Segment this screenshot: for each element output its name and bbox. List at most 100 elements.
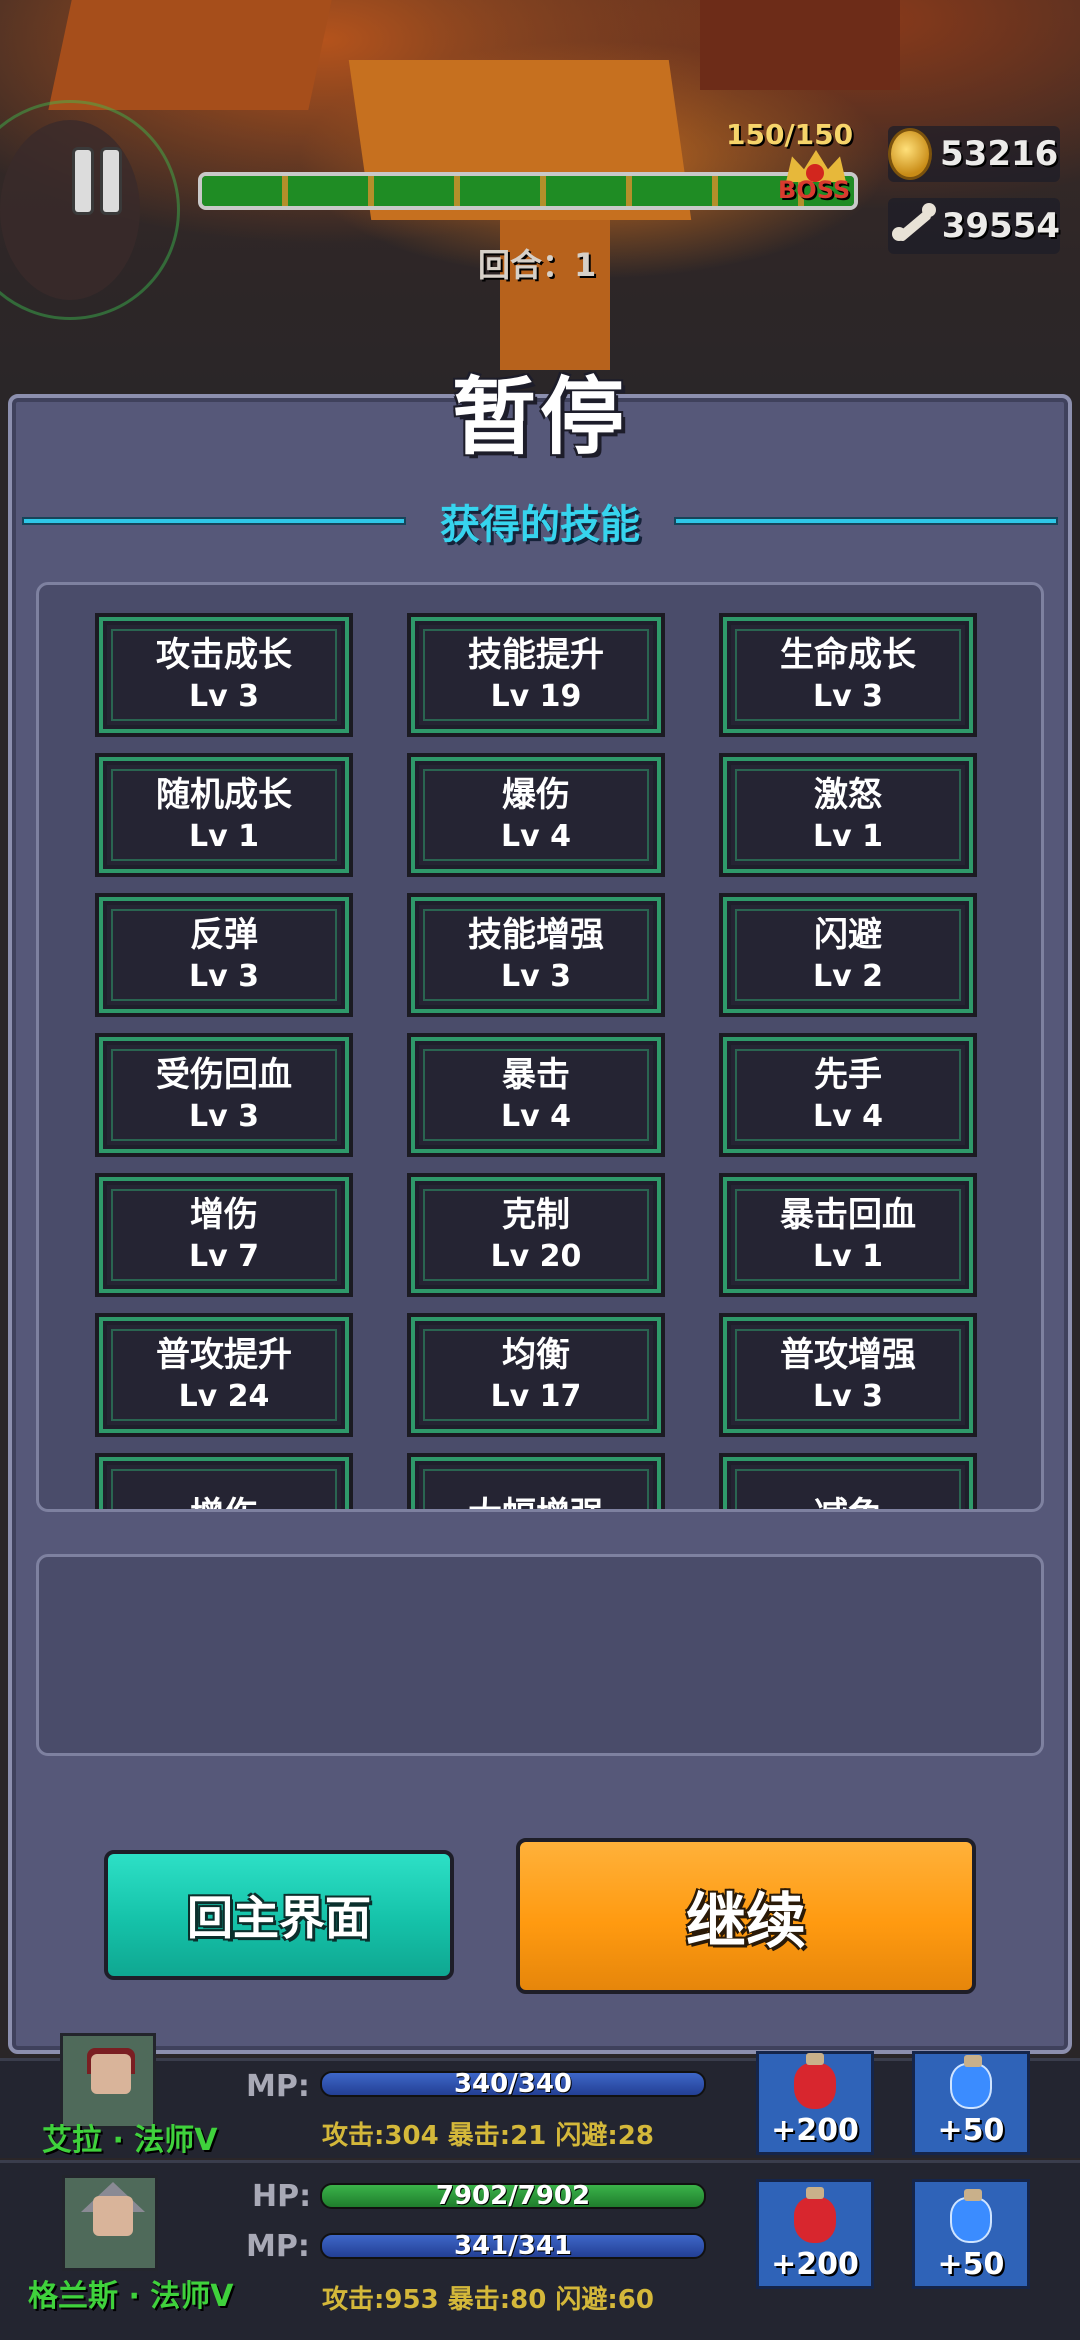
skill-level: Lv 19 (490, 679, 582, 714)
skill-name: 先手 (814, 1055, 882, 1095)
skill-name: 暴击 (502, 1055, 570, 1095)
skill-level: Lv 3 (189, 679, 259, 714)
divider-line (22, 517, 406, 525)
boss-hp-text: 150/150 (726, 118, 854, 151)
mp-potion-button[interactable]: +50 (912, 2179, 1030, 2289)
red-potion-icon (794, 2053, 836, 2109)
skill-name: 爆伤 (502, 775, 570, 815)
skill-card[interactable]: 先手 Lv 4 (719, 1033, 977, 1157)
skill-level: Lv 3 (813, 1379, 883, 1414)
skill-level: Lv 7 (189, 1239, 259, 1274)
bone-value: 39554 (941, 206, 1060, 246)
gold-value: 53216 (940, 134, 1059, 174)
skill-name: 均衡 (502, 1335, 570, 1375)
hp-potion-amount: +200 (771, 2247, 859, 2282)
skill-level: Lv 2 (813, 959, 883, 994)
skill-level: Lv 24 (178, 1379, 270, 1414)
skill-description-box (36, 1554, 1044, 1756)
red-potion-icon (794, 2187, 836, 2243)
pause-icon (75, 150, 91, 212)
hero-name: 格兰斯 · 法师Ⅴ (28, 2279, 234, 2314)
bone-counter: 39554 (888, 198, 1060, 254)
hero-portrait[interactable] (62, 2175, 158, 2271)
skill-level: Lv 4 (813, 1099, 883, 1134)
skills-section-title: 获得的技能 (440, 502, 640, 548)
skill-card[interactable]: 反弹 Lv 3 (95, 893, 353, 1017)
gold-counter: 53216 (888, 126, 1060, 182)
hp-bar: 7902/7902 (320, 2181, 706, 2211)
hero-head (91, 2054, 131, 2094)
skill-card[interactable]: 大幅增强 (407, 1453, 665, 1509)
skill-name: 随机成长 (156, 775, 292, 815)
mp-potion-amount: +50 (937, 2247, 1005, 2282)
hero-stats: 攻击:953 暴击:80 闪避:60 (322, 2285, 654, 2315)
skill-card[interactable]: 技能增强 Lv 3 (407, 893, 665, 1017)
skill-card[interactable]: 攻击成长 Lv 3 (95, 613, 353, 737)
skill-card[interactable]: 生命成长 Lv 3 (719, 613, 977, 737)
continue-button[interactable]: 继续 (516, 1838, 976, 1994)
pause-icon (103, 150, 119, 212)
hp-potion-button[interactable]: +200 (756, 2051, 874, 2155)
mp-label: MP: (246, 2229, 310, 2264)
skill-name: 减免 (814, 1493, 882, 1509)
pause-button[interactable] (66, 150, 128, 216)
hp-potion-button[interactable]: +200 (756, 2179, 874, 2289)
skills-section-header: 获得的技能 (22, 496, 1058, 548)
main-menu-button[interactable]: 回主界面 (104, 1850, 454, 1980)
blue-potion-icon (950, 2055, 992, 2109)
skill-card[interactable]: 普攻增强 Lv 3 (719, 1313, 977, 1437)
skill-name: 反弹 (190, 915, 258, 955)
skill-name: 大幅增强 (468, 1493, 604, 1509)
hp-label: HP: (252, 2179, 312, 2214)
skill-level: Lv 3 (813, 679, 883, 714)
skill-level: Lv 1 (813, 819, 883, 854)
pause-title: 暂停 (451, 368, 628, 466)
skill-level: Lv 4 (501, 819, 571, 854)
skill-card[interactable]: 普攻提升 Lv 24 (95, 1313, 353, 1437)
skill-card[interactable]: 增伤 (95, 1453, 353, 1509)
skill-card[interactable]: 均衡 Lv 17 (407, 1313, 665, 1437)
boss-label: BOSS (778, 176, 851, 204)
bone-icon (888, 201, 934, 251)
skill-name: 克制 (502, 1195, 570, 1235)
skill-card[interactable]: 减免 (719, 1453, 977, 1509)
skills-list[interactable]: 攻击成长 Lv 3 技能提升 Lv 19 生命成长 Lv 3 随机成长 Lv 1 爆伤 Lv 4 激… (36, 582, 1044, 1512)
skill-name: 技能增强 (468, 915, 604, 955)
skill-level: Lv 3 (501, 959, 571, 994)
skill-card[interactable]: 技能提升 Lv 19 (407, 613, 665, 737)
skill-card[interactable]: 受伤回血 Lv 3 (95, 1033, 353, 1157)
mp-bar: 341/341 (320, 2231, 706, 2261)
skill-card[interactable]: 暴击回血 Lv 1 (719, 1173, 977, 1297)
mp-label: MP: (246, 2069, 310, 2104)
skill-level: Lv 3 (189, 1099, 259, 1134)
skill-card[interactable]: 暴击 Lv 4 (407, 1033, 665, 1157)
skill-level: Lv 4 (501, 1099, 571, 1134)
skill-card[interactable]: 克制 Lv 20 (407, 1173, 665, 1297)
skill-level: Lv 1 (813, 1239, 883, 1274)
mp-potion-button[interactable]: +50 (912, 2051, 1030, 2155)
skill-name: 普攻增强 (780, 1335, 916, 1375)
hero-head (93, 2196, 133, 2236)
boss-health-bar (198, 172, 858, 210)
blue-potion-icon (950, 2189, 992, 2243)
skill-card[interactable]: 增伤 Lv 7 (95, 1173, 353, 1297)
divider-line (674, 517, 1058, 525)
boss-health-fill (202, 176, 854, 206)
skill-name: 激怒 (814, 775, 882, 815)
skill-level: Lv 20 (490, 1239, 582, 1274)
skills-grid: 攻击成长 Lv 3 技能提升 Lv 19 生命成长 Lv 3 随机成长 Lv 1 爆伤 Lv 4 激… (95, 613, 977, 1509)
skill-card[interactable]: 闪避 Lv 2 (719, 893, 977, 1017)
skill-name: 增伤 (190, 1195, 258, 1235)
skill-name: 攻击成长 (156, 635, 292, 675)
skill-card[interactable]: 激怒 Lv 1 (719, 753, 977, 877)
skill-card[interactable]: 随机成长 Lv 1 (95, 753, 353, 877)
skill-name: 受伤回血 (156, 1055, 292, 1095)
mp-potion-amount: +50 (937, 2113, 1005, 2148)
skill-level: Lv 17 (490, 1379, 582, 1414)
skill-name: 技能提升 (468, 635, 604, 675)
hero-row-1: 艾拉 · 法师Ⅴ MP: 340/340 攻击:304 暴击:21 闪避:28 … (0, 2033, 1080, 2158)
skill-name: 闪避 (814, 915, 882, 955)
skill-card[interactable]: 爆伤 Lv 4 (407, 753, 665, 877)
skill-name: 增伤 (190, 1493, 258, 1509)
hero-name: 艾拉 · 法师Ⅴ (42, 2123, 218, 2158)
